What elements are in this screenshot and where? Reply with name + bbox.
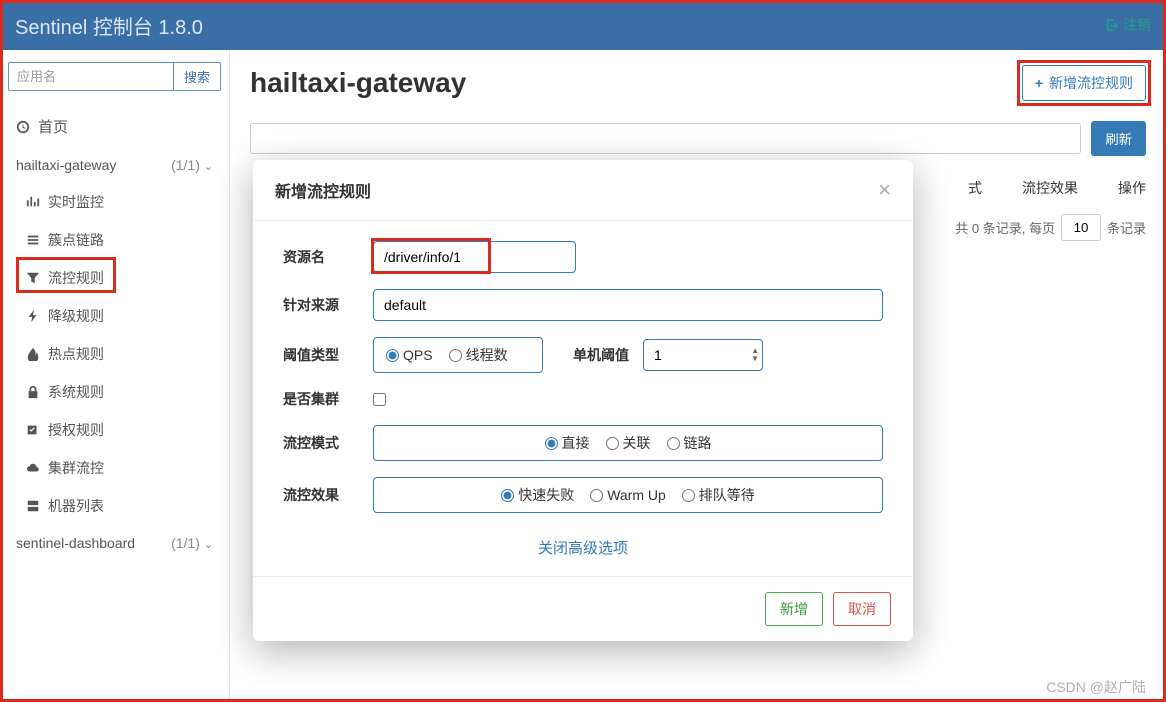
app-title: Sentinel 控制台 1.8.0 bbox=[15, 11, 203, 40]
label-effect: 流控效果 bbox=[283, 485, 373, 505]
sidebar: 搜索 首页 hailtaxi-gateway (1/1) ⌄ 实时监控 簇点链路… bbox=[0, 50, 230, 702]
radio-qps[interactable]: QPS bbox=[386, 345, 433, 365]
sidebar-item-degrade[interactable]: 降级规则 bbox=[18, 297, 221, 335]
radio-relate[interactable]: 关联 bbox=[606, 433, 651, 453]
threshold-input[interactable] bbox=[643, 339, 763, 371]
chevron-down-icon: ⌄ bbox=[204, 161, 213, 173]
list-icon bbox=[26, 233, 40, 247]
radio-fast-fail[interactable]: 快速失败 bbox=[501, 485, 574, 505]
filter-input[interactable] bbox=[250, 123, 1081, 154]
app-search-input[interactable] bbox=[8, 62, 173, 91]
sidebar-item-hotspot[interactable]: 热点规则 bbox=[18, 335, 221, 373]
app-search-group: 搜索 bbox=[8, 62, 221, 91]
sidebar-item-machine[interactable]: 机器列表 bbox=[18, 487, 221, 525]
watermark: CSDN @赵广陆 bbox=[1046, 677, 1146, 697]
label-is-cluster: 是否集群 bbox=[283, 389, 373, 409]
radio-warmup[interactable]: Warm Up bbox=[590, 485, 666, 505]
source-input[interactable] bbox=[373, 289, 883, 321]
plus-icon: + bbox=[1035, 75, 1043, 91]
label-threshold-type: 阈值类型 bbox=[283, 345, 373, 365]
label-single-threshold: 单机阈值 bbox=[553, 345, 633, 365]
modal-cancel-button[interactable]: 取消 bbox=[833, 592, 891, 626]
fire-icon bbox=[26, 347, 40, 361]
radio-thread[interactable]: 线程数 bbox=[449, 345, 508, 365]
logout-link[interactable]: 注销 bbox=[1105, 15, 1151, 35]
refresh-button[interactable]: 刷新 bbox=[1091, 121, 1146, 156]
sidebar-item-system[interactable]: 系统规则 bbox=[18, 373, 221, 411]
lock-icon bbox=[26, 385, 40, 399]
modal-title: 新增流控规则 bbox=[275, 178, 371, 202]
app-search-button[interactable]: 搜索 bbox=[173, 62, 221, 91]
spinner-icon[interactable]: ▲▼ bbox=[751, 347, 759, 363]
modal-ok-button[interactable]: 新增 bbox=[765, 592, 823, 626]
server-icon bbox=[26, 499, 40, 513]
page-title: hailtaxi-gateway bbox=[250, 67, 466, 99]
sidebar-item-auth[interactable]: 授权规则 bbox=[18, 411, 221, 449]
radio-direct[interactable]: 直接 bbox=[545, 433, 590, 453]
filter-icon bbox=[26, 271, 40, 285]
label-source: 针对来源 bbox=[283, 295, 373, 315]
add-flow-rule-button[interactable]: + 新增流控规则 bbox=[1022, 65, 1146, 101]
sidebar-app-hailtaxi[interactable]: hailtaxi-gateway (1/1) ⌄ bbox=[8, 147, 221, 183]
label-resource: 资源名 bbox=[283, 247, 373, 267]
sidebar-item-realtime[interactable]: 实时监控 bbox=[18, 183, 221, 221]
page-size-input[interactable] bbox=[1061, 214, 1101, 241]
radio-queue[interactable]: 排队等待 bbox=[682, 485, 755, 505]
chart-icon bbox=[26, 195, 40, 209]
sidebar-item-cluster-link[interactable]: 簇点链路 bbox=[18, 221, 221, 259]
sidebar-home[interactable]: 首页 bbox=[8, 106, 221, 147]
navbar: Sentinel 控制台 1.8.0 注销 bbox=[0, 0, 1166, 50]
sidebar-app-dashboard[interactable]: sentinel-dashboard (1/1) ⌄ bbox=[8, 525, 221, 561]
bolt-icon bbox=[26, 309, 40, 323]
close-icon[interactable]: × bbox=[878, 179, 891, 201]
add-flow-rule-modal: 新增流控规则 × 资源名 针对来源 阈值类型 QPS 线程数 单机阈值 bbox=[253, 160, 913, 641]
sidebar-item-cluster-flow[interactable]: 集群流控 bbox=[18, 449, 221, 487]
label-mode: 流控模式 bbox=[283, 433, 373, 453]
check-icon bbox=[26, 423, 40, 437]
sidebar-item-flow-rule[interactable]: 流控规则 bbox=[18, 259, 221, 297]
cluster-checkbox[interactable] bbox=[373, 393, 386, 406]
resource-input[interactable] bbox=[373, 241, 576, 273]
radio-chain[interactable]: 链路 bbox=[667, 433, 712, 453]
toggle-advanced-link[interactable]: 关闭高级选项 bbox=[283, 529, 883, 566]
chevron-down-icon: ⌄ bbox=[204, 539, 213, 551]
cloud-icon bbox=[26, 461, 40, 475]
clock-icon bbox=[16, 120, 30, 134]
logout-icon bbox=[1105, 18, 1119, 32]
